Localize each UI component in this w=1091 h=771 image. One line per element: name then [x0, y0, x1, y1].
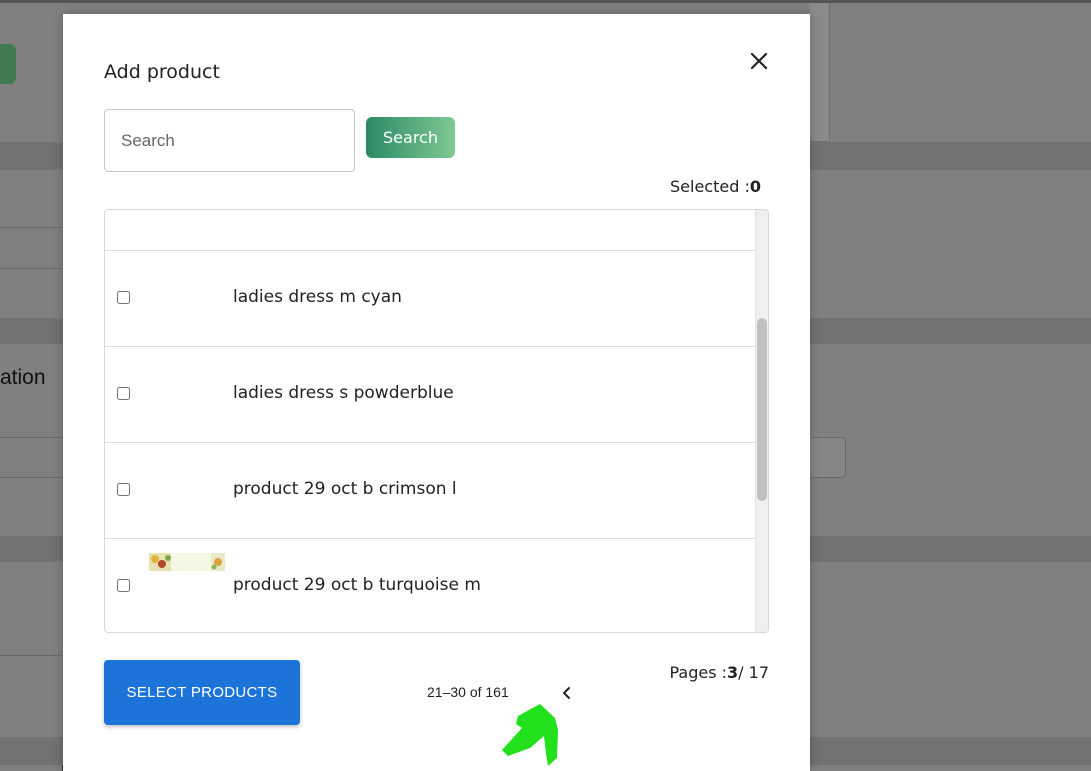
background-green-button [0, 44, 16, 84]
background-divider [0, 437, 62, 438]
selected-count: Selected :0 [670, 177, 761, 196]
select-products-button[interactable]: SELECT PRODUCTS [104, 660, 300, 725]
product-name: product 29 oct b turquoise m [233, 575, 481, 595]
background-divider [0, 655, 62, 656]
selected-value: 0 [749, 177, 761, 196]
selected-label: Selected : [670, 177, 750, 196]
product-list[interactable]: ladies dress m cyan ladies dress s powde… [104, 209, 769, 633]
search-input[interactable] [104, 109, 355, 172]
search-button[interactable]: Search [366, 117, 455, 158]
add-product-modal: Add product Search Selected :0 ladies dr… [63, 14, 810, 771]
list-item[interactable]: product 29 oct b turquoise m [105, 539, 757, 632]
product-thumbnail [149, 553, 225, 571]
product-checkbox[interactable] [117, 579, 130, 592]
list-item[interactable] [105, 210, 757, 251]
pages-indicator: Pages :3/ 17 [669, 663, 769, 682]
list-item[interactable]: product 29 oct b crimson l [105, 443, 757, 539]
product-name: product 29 oct b crimson l [233, 479, 457, 499]
background-top-bar [0, 0, 1091, 3]
product-checkbox[interactable] [117, 387, 130, 400]
product-checkbox[interactable] [117, 291, 130, 304]
background-panel [810, 3, 830, 142]
current-page: 3 [727, 663, 739, 682]
product-list-content: ladies dress m cyan ladies dress s powde… [105, 210, 757, 632]
modal-title: Add product [104, 61, 220, 83]
list-item[interactable]: ladies dress m cyan [105, 251, 757, 347]
product-name: ladies dress m cyan [233, 287, 402, 307]
close-button[interactable] [747, 49, 771, 73]
list-item[interactable]: ladies dress s powderblue [105, 347, 757, 443]
background-divider [0, 227, 62, 228]
background-divider [0, 477, 62, 478]
background-divider [0, 268, 62, 269]
scrollbar-thumb[interactable] [757, 318, 767, 501]
annotation-arrow-icon [502, 704, 558, 766]
product-checkbox[interactable] [117, 483, 130, 496]
background-input [811, 437, 846, 478]
pages-label: Pages : [669, 663, 728, 682]
product-name: ladies dress s powderblue [233, 383, 454, 403]
total-pages: / 17 [738, 663, 769, 682]
pagination-range: 21–30 of 161 [427, 684, 509, 700]
close-icon [750, 52, 768, 70]
background-section-heading: ation [0, 366, 46, 389]
list-scrollbar[interactable] [755, 210, 768, 632]
